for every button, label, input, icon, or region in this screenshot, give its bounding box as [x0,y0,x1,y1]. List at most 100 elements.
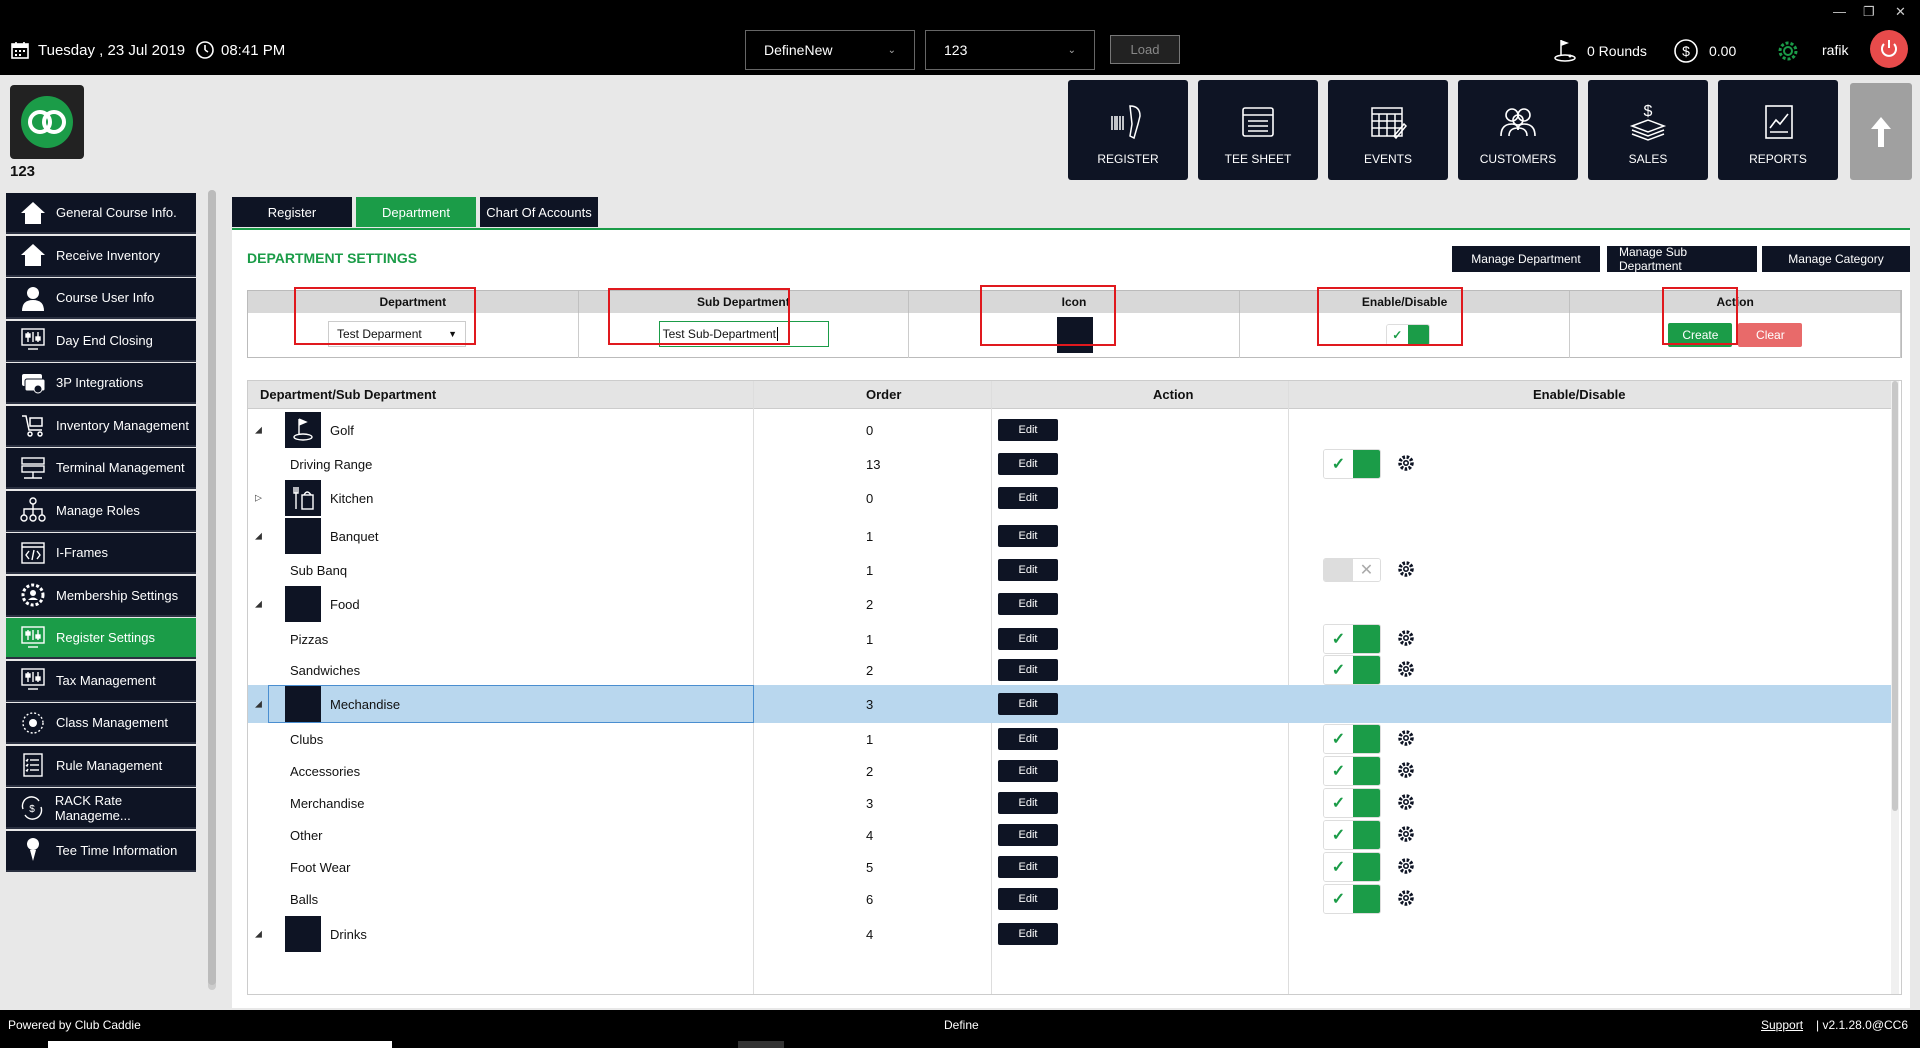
table-row[interactable]: ◢ Food 2 Edit [248,585,1898,623]
gear-icon[interactable] [1397,825,1415,846]
enable-toggle[interactable]: ✓ [1323,852,1381,882]
expand-icon[interactable]: ▷ [255,493,262,504]
sidebar-item-receive-inventory[interactable]: Receive Inventory [6,235,196,277]
collapse-icon[interactable]: ◢ [255,531,262,542]
gear-icon[interactable] [1775,38,1801,64]
sidebar-item-class-management[interactable]: Class Management [6,703,196,744]
nav-tee-sheet[interactable]: TEE SHEET [1198,80,1318,180]
edit-button[interactable]: Edit [998,824,1058,846]
gear-icon[interactable] [1397,793,1415,814]
table-row[interactable]: ▷ Kitchen 0 Edit [248,479,1898,517]
enable-toggle[interactable]: ✓ [1323,884,1381,914]
edit-button[interactable]: Edit [998,888,1058,910]
collapse-icon[interactable]: ◢ [255,929,262,940]
sidebar-scrollbar[interactable] [208,190,216,990]
sidebar-item-rule-management[interactable]: Rule Management [6,745,196,787]
gear-icon[interactable] [1397,857,1415,878]
table-row[interactable]: Accessories 2 Edit ✓ [248,755,1898,787]
table-row[interactable]: Balls 6 Edit ✓ [248,883,1898,915]
config-select[interactable]: DefineNew ⌄ [745,30,915,70]
gear-icon[interactable] [1397,729,1415,750]
enable-toggle[interactable]: ✓ [1323,820,1381,850]
gear-icon[interactable] [1397,454,1415,475]
nav-sales[interactable]: $ SALES [1588,80,1708,180]
edit-button[interactable]: Edit [998,525,1058,547]
edit-button[interactable]: Edit [998,792,1058,814]
table-row[interactable]: ◢ Banquet 1 Edit [248,517,1898,555]
power-button[interactable] [1870,30,1908,68]
enable-toggle[interactable]: ✓ [1323,724,1381,754]
edit-button[interactable]: Edit [998,453,1058,475]
close-icon[interactable]: ✕ [1895,4,1906,20]
nav-register[interactable]: REGISTER [1068,80,1188,180]
restore-icon[interactable]: ❐ [1863,4,1875,20]
load-button[interactable]: Load [1110,35,1180,64]
gear-icon[interactable] [1397,660,1415,681]
sidebar-item-3p-integrations[interactable]: 3P Integrations [6,363,196,404]
gear-icon[interactable] [1397,629,1415,650]
edit-button[interactable]: Edit [998,593,1058,615]
edit-button[interactable]: Edit [998,728,1058,750]
username[interactable]: rafik [1822,42,1848,58]
support-link[interactable]: Support [1761,1018,1803,1032]
table-row[interactable]: Merchandise 3 Edit ✓ [248,787,1898,819]
tab-register[interactable]: Register [232,197,352,227]
manage-department-button[interactable]: Manage Department [1452,246,1600,272]
collapse-icon[interactable]: ◢ [255,699,262,710]
sidebar-item-terminal-management[interactable]: Terminal Management [6,448,196,489]
edit-button[interactable]: Edit [998,628,1058,650]
table-row[interactable]: Sandwiches 2 Edit ✓ [248,655,1898,685]
enable-toggle[interactable]: ✓ [1323,449,1381,479]
edit-button[interactable]: Edit [998,487,1058,509]
collapse-icon[interactable]: ◢ [255,599,262,610]
edit-button[interactable]: Edit [998,923,1058,945]
gear-icon[interactable] [1397,889,1415,910]
sidebar-item-register-settings[interactable]: Register Settings [6,618,196,659]
table-row[interactable]: Clubs 1 Edit ✓ [248,723,1898,755]
table-row[interactable]: Pizzas 1 Edit ✓ [248,623,1898,655]
clear-button[interactable]: Clear [1738,323,1803,347]
gear-icon[interactable] [1397,761,1415,782]
enable-toggle[interactable]: ✓ [1323,788,1381,818]
manage-category-button[interactable]: Manage Category [1762,246,1910,272]
sidebar-item-day-end-closing[interactable]: Day End Closing [6,320,196,362]
gear-icon[interactable] [1397,560,1415,581]
edit-button[interactable]: Edit [998,659,1058,681]
sidebar-item-tax-management[interactable]: Tax Management [6,660,196,702]
manage-sub-department-button[interactable]: Manage Sub Department [1607,245,1757,273]
sidebar-item-general-course-info[interactable]: General Course Info. [6,193,196,234]
edit-button[interactable]: Edit [998,760,1058,782]
nav-reports[interactable]: REPORTS [1718,80,1838,180]
sidebar-item-course-user-info[interactable]: Course User Info [6,278,196,319]
sidebar-item-tee-time-information[interactable]: Tee Time Information [6,830,196,872]
table-row[interactable]: ◢ Mechandise 3 Edit [248,685,1898,723]
sidebar-item-rack-rate-manageme[interactable]: $ RACK Rate Manageme... [6,788,196,829]
collapse-icon[interactable]: ◢ [255,425,262,436]
tab-department[interactable]: Department [356,197,476,227]
enable-toggle[interactable]: ✓ [1323,624,1381,654]
minimize-icon[interactable]: — [1833,4,1846,19]
nav-customers[interactable]: CUSTOMERS [1458,80,1578,180]
scroll-up-button[interactable] [1850,83,1912,180]
sidebar-item-inventory-management[interactable]: Inventory Management [6,405,196,447]
table-row[interactable]: Driving Range 13 Edit ✓ [248,449,1898,479]
grid-scrollbar[interactable] [1891,381,1899,994]
enable-toggle[interactable]: ✓ [1323,756,1381,786]
sidebar-item-manage-roles[interactable]: Manage Roles [6,490,196,532]
table-row[interactable]: Foot Wear 5 Edit ✓ [248,851,1898,883]
sidebar-item-membership-settings[interactable]: Membership Settings [6,575,196,617]
edit-button[interactable]: Edit [998,419,1058,441]
edit-button[interactable]: Edit [998,856,1058,878]
terminal-select[interactable]: 123 ⌄ [925,30,1095,70]
nav-events[interactable]: EVENTS [1328,80,1448,180]
sidebar-item-i-frames[interactable]: I-Frames [6,533,196,574]
edit-button[interactable]: Edit [998,693,1058,715]
edit-button[interactable]: Edit [998,559,1058,581]
table-row[interactable]: ◢ Golf 0 Edit [248,411,1898,449]
table-row[interactable]: Sub Banq 1 Edit ✕ [248,555,1898,585]
tab-chart-of-accounts[interactable]: Chart Of Accounts [480,197,598,227]
table-row[interactable]: ◢ Drinks 4 Edit [248,915,1898,953]
enable-toggle[interactable]: ✓ [1323,655,1381,685]
table-row[interactable]: Other 4 Edit ✓ [248,819,1898,851]
enable-toggle[interactable]: ✕ [1323,558,1381,582]
